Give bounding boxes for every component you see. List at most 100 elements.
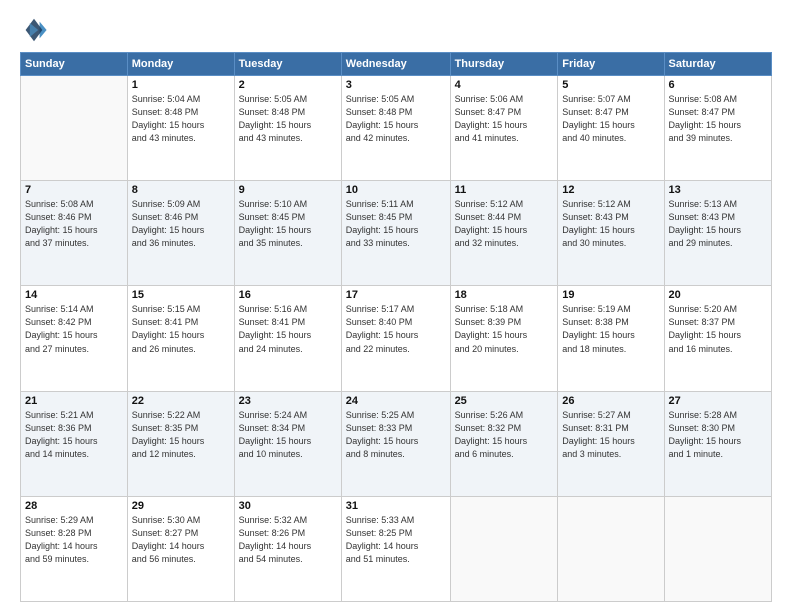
day-info: Sunrise: 5:27 AM Sunset: 8:31 PM Dayligh… <box>562 409 659 461</box>
day-info: Sunrise: 5:06 AM Sunset: 8:47 PM Dayligh… <box>455 93 554 145</box>
calendar-cell: 24 Sunrise: 5:25 AM Sunset: 8:33 PM Dayli… <box>341 391 450 496</box>
day-number: 26 <box>562 395 659 407</box>
day-info: Sunrise: 5:05 AM Sunset: 8:48 PM Dayligh… <box>346 93 446 145</box>
day-number: 5 <box>562 79 659 91</box>
calendar-cell: 7 Sunrise: 5:08 AM Sunset: 8:46 PM Daylig… <box>21 181 128 286</box>
calendar-cell: 27Sunrise: 5:28 AM Sunset: 8:30 PM Dayli… <box>664 391 771 496</box>
logo-icon <box>20 16 48 44</box>
day-number: 23 <box>239 395 337 407</box>
day-info: Sunrise: 5:14 AM Sunset: 8:42 PM Dayligh… <box>25 303 123 355</box>
calendar-cell <box>450 496 558 601</box>
day-info: Sunrise: 5:11 AM Sunset: 8:45 PM Dayligh… <box>346 198 446 250</box>
calendar-week-row: 21Sunrise: 5:21 AM Sunset: 8:36 PM Dayli… <box>21 391 772 496</box>
day-number: 16 <box>239 289 337 301</box>
calendar-cell: 15 Sunrise: 5:15 AM Sunset: 8:41 PM Dayli… <box>127 286 234 391</box>
calendar-cell: 22Sunrise: 5:22 AM Sunset: 8:35 PM Dayli… <box>127 391 234 496</box>
day-info: Sunrise: 5:07 AM Sunset: 8:47 PM Dayligh… <box>562 93 659 145</box>
calendar-cell: 20Sunrise: 5:20 AM Sunset: 8:37 PM Dayli… <box>664 286 771 391</box>
calendar-cell: 8 Sunrise: 5:09 AM Sunset: 8:46 PM Daylig… <box>127 181 234 286</box>
calendar-cell: 30 Sunrise: 5:32 AM Sunset: 8:26 PM Dayli… <box>234 496 341 601</box>
day-number: 18 <box>455 289 554 301</box>
day-info: Sunrise: 5:18 AM Sunset: 8:39 PM Dayligh… <box>455 303 554 355</box>
calendar-cell: 5 Sunrise: 5:07 AM Sunset: 8:47 PM Daylig… <box>558 76 664 181</box>
day-info: Sunrise: 5:20 AM Sunset: 8:37 PM Dayligh… <box>669 303 767 355</box>
day-number: 27 <box>669 395 767 407</box>
calendar-cell: 17Sunrise: 5:17 AM Sunset: 8:40 PM Dayli… <box>341 286 450 391</box>
day-number: 8 <box>132 184 230 196</box>
calendar-week-row: 7 Sunrise: 5:08 AM Sunset: 8:46 PM Daylig… <box>21 181 772 286</box>
day-info: Sunrise: 5:26 AM Sunset: 8:32 PM Dayligh… <box>455 409 554 461</box>
page: SundayMondayTuesdayWednesdayThursdayFrid… <box>0 0 792 612</box>
weekday-header-wednesday: Wednesday <box>341 53 450 76</box>
calendar-cell: 12 Sunrise: 5:12 AM Sunset: 8:43 PM Dayli… <box>558 181 664 286</box>
calendar-cell: 23 Sunrise: 5:24 AM Sunset: 8:34 PM Dayli… <box>234 391 341 496</box>
calendar-cell: 31 Sunrise: 5:33 AM Sunset: 8:25 PM Dayli… <box>341 496 450 601</box>
day-number: 2 <box>239 79 337 91</box>
day-info: Sunrise: 5:08 AM Sunset: 8:47 PM Dayligh… <box>669 93 767 145</box>
calendar-cell <box>558 496 664 601</box>
day-info: Sunrise: 5:32 AM Sunset: 8:26 PM Dayligh… <box>239 514 337 566</box>
day-number: 25 <box>455 395 554 407</box>
day-info: Sunrise: 5:15 AM Sunset: 8:41 PM Dayligh… <box>132 303 230 355</box>
calendar-cell: 2 Sunrise: 5:05 AM Sunset: 8:48 PM Daylig… <box>234 76 341 181</box>
day-number: 24 <box>346 395 446 407</box>
calendar-cell: 28Sunrise: 5:29 AM Sunset: 8:28 PM Dayli… <box>21 496 128 601</box>
calendar-cell: 6 Sunrise: 5:08 AM Sunset: 8:47 PM Daylig… <box>664 76 771 181</box>
calendar-cell: 4Sunrise: 5:06 AM Sunset: 8:47 PM Daylig… <box>450 76 558 181</box>
day-number: 28 <box>25 500 123 512</box>
calendar-cell: 16 Sunrise: 5:16 AM Sunset: 8:41 PM Dayli… <box>234 286 341 391</box>
weekday-header-saturday: Saturday <box>664 53 771 76</box>
day-info: Sunrise: 5:08 AM Sunset: 8:46 PM Dayligh… <box>25 198 123 250</box>
day-number: 31 <box>346 500 446 512</box>
day-info: Sunrise: 5:05 AM Sunset: 8:48 PM Dayligh… <box>239 93 337 145</box>
day-number: 11 <box>455 184 554 196</box>
day-info: Sunrise: 5:24 AM Sunset: 8:34 PM Dayligh… <box>239 409 337 461</box>
calendar-cell: 29 Sunrise: 5:30 AM Sunset: 8:27 PM Dayli… <box>127 496 234 601</box>
calendar-week-row: 14 Sunrise: 5:14 AM Sunset: 8:42 PM Dayli… <box>21 286 772 391</box>
calendar-cell: 13Sunrise: 5:13 AM Sunset: 8:43 PM Dayli… <box>664 181 771 286</box>
day-info: Sunrise: 5:12 AM Sunset: 8:44 PM Dayligh… <box>455 198 554 250</box>
day-number: 10 <box>346 184 446 196</box>
day-number: 14 <box>25 289 123 301</box>
calendar-cell: 10 Sunrise: 5:11 AM Sunset: 8:45 PM Dayli… <box>341 181 450 286</box>
calendar-cell: 1 Sunrise: 5:04 AM Sunset: 8:48 PM Daylig… <box>127 76 234 181</box>
weekday-header-friday: Friday <box>558 53 664 76</box>
calendar-cell: 3 Sunrise: 5:05 AM Sunset: 8:48 PM Daylig… <box>341 76 450 181</box>
day-number: 17 <box>346 289 446 301</box>
calendar-cell: 25 Sunrise: 5:26 AM Sunset: 8:32 PM Dayli… <box>450 391 558 496</box>
day-number: 12 <box>562 184 659 196</box>
day-info: Sunrise: 5:12 AM Sunset: 8:43 PM Dayligh… <box>562 198 659 250</box>
logo <box>20 16 52 44</box>
calendar-week-row: 1 Sunrise: 5:04 AM Sunset: 8:48 PM Daylig… <box>21 76 772 181</box>
header <box>20 16 772 44</box>
day-number: 19 <box>562 289 659 301</box>
day-number: 6 <box>669 79 767 91</box>
day-info: Sunrise: 5:19 AM Sunset: 8:38 PM Dayligh… <box>562 303 659 355</box>
day-info: Sunrise: 5:09 AM Sunset: 8:46 PM Dayligh… <box>132 198 230 250</box>
weekday-header-tuesday: Tuesday <box>234 53 341 76</box>
calendar-cell: 21Sunrise: 5:21 AM Sunset: 8:36 PM Dayli… <box>21 391 128 496</box>
day-number: 30 <box>239 500 337 512</box>
day-number: 3 <box>346 79 446 91</box>
calendar-table: SundayMondayTuesdayWednesdayThursdayFrid… <box>20 52 772 602</box>
day-info: Sunrise: 5:25 AM Sunset: 8:33 PM Dayligh… <box>346 409 446 461</box>
weekday-header-thursday: Thursday <box>450 53 558 76</box>
weekday-header-monday: Monday <box>127 53 234 76</box>
calendar-cell: 19 Sunrise: 5:19 AM Sunset: 8:38 PM Dayli… <box>558 286 664 391</box>
calendar-cell: 11 Sunrise: 5:12 AM Sunset: 8:44 PM Dayli… <box>450 181 558 286</box>
day-number: 29 <box>132 500 230 512</box>
day-info: Sunrise: 5:33 AM Sunset: 8:25 PM Dayligh… <box>346 514 446 566</box>
day-number: 15 <box>132 289 230 301</box>
day-info: Sunrise: 5:13 AM Sunset: 8:43 PM Dayligh… <box>669 198 767 250</box>
calendar-cell: 26 Sunrise: 5:27 AM Sunset: 8:31 PM Dayli… <box>558 391 664 496</box>
day-info: Sunrise: 5:16 AM Sunset: 8:41 PM Dayligh… <box>239 303 337 355</box>
day-info: Sunrise: 5:30 AM Sunset: 8:27 PM Dayligh… <box>132 514 230 566</box>
day-number: 1 <box>132 79 230 91</box>
day-info: Sunrise: 5:21 AM Sunset: 8:36 PM Dayligh… <box>25 409 123 461</box>
day-info: Sunrise: 5:04 AM Sunset: 8:48 PM Dayligh… <box>132 93 230 145</box>
calendar-cell: 18 Sunrise: 5:18 AM Sunset: 8:39 PM Dayli… <box>450 286 558 391</box>
weekday-header-sunday: Sunday <box>21 53 128 76</box>
calendar-cell <box>664 496 771 601</box>
day-number: 7 <box>25 184 123 196</box>
calendar-week-row: 28Sunrise: 5:29 AM Sunset: 8:28 PM Dayli… <box>21 496 772 601</box>
